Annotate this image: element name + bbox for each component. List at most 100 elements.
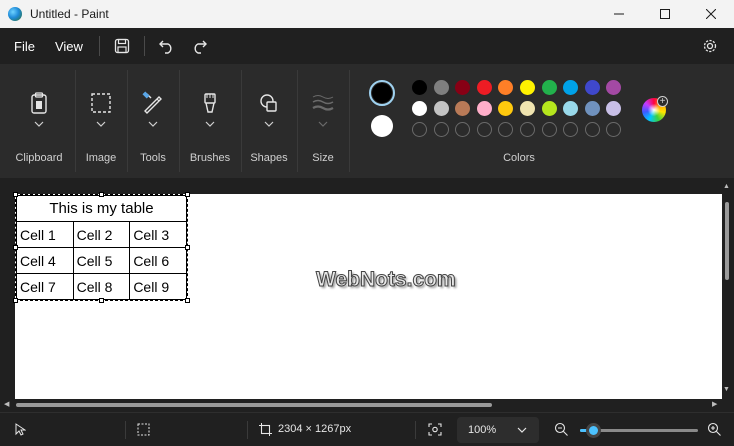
zoom-dropdown[interactable]: 100% <box>457 417 539 443</box>
redo-icon <box>194 40 207 54</box>
color-swatch[interactable] <box>541 101 557 116</box>
menu-bar: File View <box>0 28 734 64</box>
minimize-icon <box>614 13 624 15</box>
color-swatch[interactable] <box>476 101 492 116</box>
color-swatch[interactable] <box>412 101 427 116</box>
settings-button[interactable] <box>694 28 726 64</box>
undo-icon <box>158 40 172 54</box>
selection-box[interactable] <box>15 194 188 301</box>
shapes-group[interactable]: Shapes <box>242 64 296 178</box>
menu-file[interactable]: File <box>4 28 45 64</box>
custom-color-slot[interactable] <box>541 122 557 137</box>
menu-separator <box>143 36 145 56</box>
minimize-button[interactable] <box>596 0 642 28</box>
color-swatch[interactable] <box>520 101 535 116</box>
chevron-down-icon <box>517 427 527 433</box>
resize-handle[interactable] <box>185 192 190 197</box>
primary-color-swatch <box>372 83 392 103</box>
image-size-text: 2304 × 1267px <box>278 423 352 435</box>
menu-view[interactable]: View <box>45 28 93 64</box>
fit-to-window-icon[interactable] <box>428 423 442 436</box>
brushes-label: Brushes <box>189 152 231 164</box>
resize-handle[interactable] <box>99 192 104 197</box>
colors-label: Colors <box>503 152 535 164</box>
window-title: Untitled - Paint <box>30 7 109 21</box>
custom-color-slot[interactable] <box>412 122 427 137</box>
chevron-down-icon <box>148 121 158 127</box>
size-group[interactable]: Size <box>298 64 348 178</box>
save-icon <box>114 38 130 54</box>
custom-color-slot[interactable] <box>433 122 449 137</box>
redo-button[interactable] <box>183 28 215 64</box>
secondary-color-button[interactable] <box>371 115 393 137</box>
pencil-eraser-icon <box>142 91 162 114</box>
scroll-left-icon[interactable]: ◀ <box>4 400 9 408</box>
undo-button[interactable] <box>151 28 183 64</box>
chevron-down-icon <box>34 121 44 127</box>
maximize-icon <box>660 9 670 19</box>
chevron-down-icon <box>264 121 274 127</box>
save-button[interactable] <box>106 28 138 64</box>
cursor-position-icon <box>15 423 26 436</box>
tools-group[interactable]: Tools <box>128 64 178 178</box>
resize-handle[interactable] <box>13 245 18 250</box>
zoom-value: 100% <box>468 424 497 436</box>
window-controls <box>596 0 734 28</box>
maximize-button[interactable] <box>642 0 688 28</box>
menu-separator <box>98 36 100 56</box>
title-bar: Untitled - Paint <box>0 0 734 28</box>
scroll-up-icon[interactable]: ▲ <box>723 183 730 190</box>
clipboard-icon <box>31 92 47 114</box>
clipboard-group[interactable]: Clipboard <box>4 64 74 178</box>
vertical-scroll-thumb[interactable] <box>725 202 729 280</box>
watermark-text: WebNots.com <box>316 268 457 292</box>
close-icon <box>706 9 716 19</box>
color-swatch[interactable] <box>541 80 557 95</box>
color-swatch[interactable] <box>476 80 492 95</box>
resize-handle[interactable] <box>13 298 18 303</box>
status-separator <box>415 421 416 439</box>
zoom-in-icon[interactable] <box>707 422 722 437</box>
tools-label: Tools <box>140 152 166 164</box>
horizontal-scrollbar[interactable]: ◀ ▶ <box>4 400 722 410</box>
chevron-down-icon <box>96 121 106 127</box>
zoom-out-icon[interactable] <box>554 422 569 437</box>
ribbon-toolbar: Clipboard Image Tools Brushes Shapes Siz… <box>0 64 734 178</box>
resize-handle[interactable] <box>185 298 190 303</box>
brushes-group[interactable]: Brushes <box>180 64 240 178</box>
selection-icon <box>91 93 111 113</box>
clipboard-label: Clipboard <box>15 152 63 164</box>
resize-handle[interactable] <box>13 192 18 197</box>
selection-size-icon <box>137 423 150 436</box>
color-swatch[interactable] <box>412 80 427 95</box>
horizontal-scroll-thumb[interactable] <box>16 403 492 407</box>
shapes-icon <box>260 94 277 112</box>
color-swatch[interactable] <box>433 80 449 95</box>
color-swatch[interactable] <box>433 101 449 116</box>
resize-handle[interactable] <box>185 245 190 250</box>
close-button[interactable] <box>688 0 734 28</box>
zoom-slider-thumb[interactable] <box>586 423 601 438</box>
primary-color-button[interactable] <box>369 80 395 106</box>
custom-color-slot[interactable] <box>584 122 600 137</box>
color-swatch[interactable] <box>584 101 600 116</box>
custom-color-slot[interactable] <box>520 122 535 137</box>
color-swatch[interactable] <box>520 80 535 95</box>
paint-app-icon <box>8 7 22 21</box>
resize-handle[interactable] <box>99 298 104 303</box>
canvas-size-icon <box>259 423 272 436</box>
gear-icon <box>703 39 717 53</box>
custom-color-slot[interactable] <box>476 122 492 137</box>
scroll-right-icon[interactable]: ▶ <box>712 400 717 408</box>
status-separator <box>247 421 248 439</box>
vertical-scrollbar[interactable]: ▲ ▼ <box>723 183 731 398</box>
image-group[interactable]: Image <box>76 64 126 178</box>
chevron-down-icon <box>205 121 215 127</box>
color-swatch[interactable] <box>584 80 600 95</box>
scroll-down-icon[interactable]: ▼ <box>723 386 730 393</box>
size-label: Size <box>312 152 334 164</box>
shapes-label: Shapes <box>250 152 288 164</box>
status-bar: 2304 × 1267px 100% <box>0 412 734 446</box>
colors-group: Colors <box>350 64 688 178</box>
image-label: Image <box>85 152 117 164</box>
